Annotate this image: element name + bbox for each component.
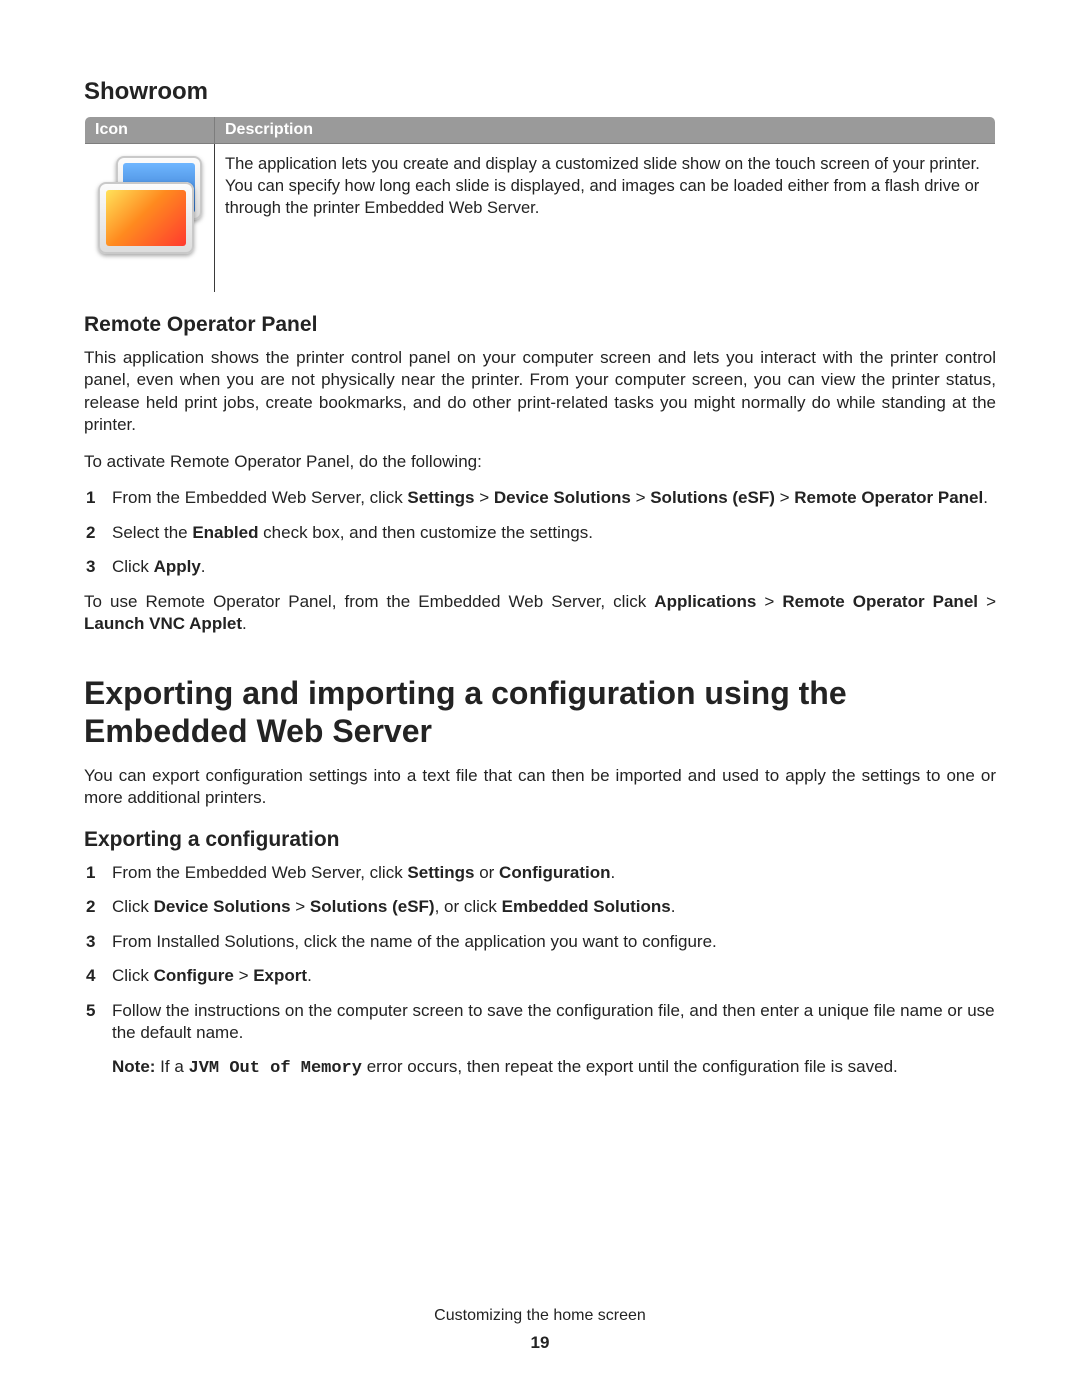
text: If a: [160, 1057, 188, 1076]
bold-text: Applications: [654, 592, 756, 611]
text: .: [201, 557, 206, 576]
bold-text: Embedded Solutions: [502, 897, 671, 916]
text: >: [756, 592, 782, 611]
remote-intro: This application shows the printer contr…: [84, 347, 996, 437]
text: .: [242, 614, 247, 633]
page-number: 19: [0, 1333, 1080, 1353]
col-icon-header: Icon: [85, 117, 215, 144]
bold-text: Solutions (eSF): [650, 488, 775, 507]
text: Click: [112, 897, 154, 916]
text: .: [610, 863, 615, 882]
list-item: Follow the instructions on the computer …: [84, 1000, 996, 1081]
bold-text: Export: [253, 966, 307, 985]
bold-text: Configuration: [499, 863, 610, 882]
text: >: [978, 592, 996, 611]
text: >: [291, 897, 310, 916]
text: .: [307, 966, 312, 985]
bold-text: Remote Operator Panel: [794, 488, 983, 507]
text: , or click: [435, 897, 502, 916]
export-main-heading: Exporting and importing a configuration …: [84, 675, 996, 751]
text: Click: [112, 966, 154, 985]
text: From the Embedded Web Server, click: [112, 488, 407, 507]
remote-steps: From the Embedded Web Server, click Sett…: [84, 487, 996, 578]
list-item: From Installed Solutions, click the name…: [84, 931, 996, 953]
list-item: Click Device Solutions > Solutions (eSF)…: [84, 896, 996, 918]
bold-text: Apply: [154, 557, 201, 576]
text: Follow the instructions on the computer …: [112, 1001, 995, 1042]
text: To use Remote Operator Panel, from the E…: [84, 592, 654, 611]
list-item: Select the Enabled check box, and then c…: [84, 522, 996, 544]
export-sub-heading: Exporting a configuration: [84, 828, 996, 852]
bold-text: Launch VNC Applet: [84, 614, 242, 633]
remote-heading: Remote Operator Panel: [84, 313, 996, 337]
bold-text: Device Solutions: [494, 488, 631, 507]
bold-text: Device Solutions: [154, 897, 291, 916]
text: From the Embedded Web Server, click: [112, 863, 407, 882]
code-text: JVM Out of Memory: [189, 1059, 362, 1078]
list-item: From the Embedded Web Server, click Sett…: [84, 487, 996, 509]
bold-text: Settings: [407, 863, 474, 882]
text: Select the: [112, 523, 192, 542]
showroom-table: Icon Description The application lets yo…: [84, 116, 996, 293]
bold-text: Remote Operator Panel: [782, 592, 978, 611]
note-label: Note:: [112, 1057, 160, 1076]
list-item: Click Configure > Export.: [84, 965, 996, 987]
text: >: [775, 488, 794, 507]
text: .: [671, 897, 676, 916]
table-row: The application lets you create and disp…: [85, 144, 996, 293]
remote-activate-lead: To activate Remote Operator Panel, do th…: [84, 451, 996, 473]
list-item: Click Apply.: [84, 556, 996, 578]
bold-text: Solutions (eSF): [310, 897, 435, 916]
showroom-desc-cell: The application lets you create and disp…: [215, 144, 996, 293]
bold-text: Enabled: [192, 523, 258, 542]
export-intro: You can export configuration settings in…: [84, 765, 996, 810]
text: error occurs, then repeat the export unt…: [362, 1057, 898, 1076]
text: >: [474, 488, 493, 507]
export-steps: From the Embedded Web Server, click Sett…: [84, 862, 996, 1081]
page-footer: Customizing the home screen 19: [0, 1307, 1080, 1353]
note: Note: If a JVM Out of Memory error occur…: [112, 1057, 898, 1076]
bold-text: Configure: [154, 966, 234, 985]
list-item: From the Embedded Web Server, click Sett…: [84, 862, 996, 884]
text: >: [631, 488, 650, 507]
bold-text: Settings: [407, 488, 474, 507]
text: Click: [112, 557, 154, 576]
text: .: [983, 488, 988, 507]
remote-use: To use Remote Operator Panel, from the E…: [84, 591, 996, 636]
text: or: [474, 863, 499, 882]
col-desc-header: Description: [215, 117, 996, 144]
text: From Installed Solutions, click the name…: [112, 932, 717, 951]
footer-title: Customizing the home screen: [434, 1307, 646, 1324]
showroom-icon-cell: [85, 144, 215, 293]
slideshow-icon: [96, 154, 204, 282]
text: >: [234, 966, 253, 985]
showroom-heading: Showroom: [84, 78, 996, 106]
text: check box, and then customize the settin…: [258, 523, 593, 542]
